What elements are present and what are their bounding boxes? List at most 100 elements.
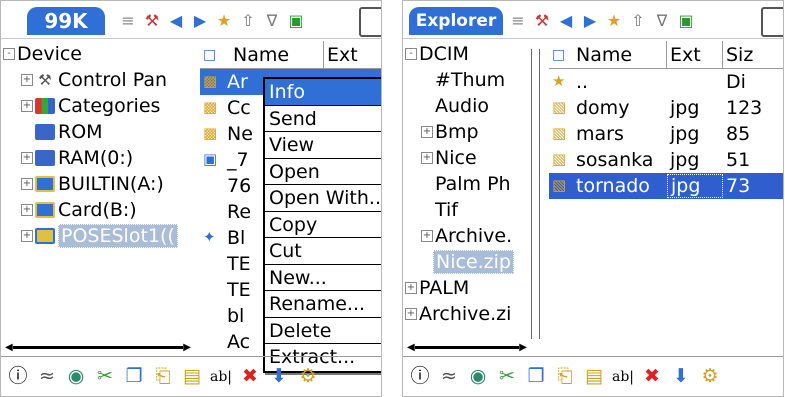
menu-item-new[interactable]: New... [265,265,381,291]
filter-icon[interactable]: ∇ [651,10,673,32]
view-icon[interactable]: ◉ [63,364,89,390]
paste-icon[interactable]: ⎗ [150,364,176,390]
tree-row-selected[interactable]: + POSESlot1(( [1,223,197,249]
tool-icon[interactable]: ⚒ [141,10,163,32]
rename-icon[interactable]: ab| [208,364,234,390]
beam-icon[interactable]: ≈ [436,364,462,390]
expand-icon[interactable]: + [405,282,417,294]
back-icon[interactable]: ◀ [555,10,577,32]
app-title[interactable]: Explorer [409,7,503,35]
menu-item-delete[interactable]: Delete [265,318,381,344]
expand-icon[interactable]: + [21,100,33,112]
expand-icon[interactable]: + [405,308,417,320]
cut-icon[interactable]: ✂ [92,364,118,390]
up-icon[interactable]: ⇧ [237,10,259,32]
list-item[interactable]: ▧ mars jpg 85 [549,121,783,147]
tree-row[interactable]: + RAM(0:) [1,145,197,171]
paste-icon[interactable]: ⎗ [552,364,578,390]
copy-icon[interactable]: ❐ [121,364,147,390]
more-icon[interactable]: ⚙ [295,364,321,390]
expand-icon[interactable]: + [21,178,33,190]
menu-item-rename[interactable]: Rename... [265,291,381,318]
tree-row[interactable]: + Nice [403,145,543,171]
tree-row[interactable]: - DCIM [403,41,543,67]
app-title[interactable]: 99K [27,7,105,35]
sort-icon[interactable]: ≡ [117,10,139,32]
sort-icon[interactable]: ≡ [507,10,529,32]
menu-item-open[interactable]: Open [265,159,381,185]
expand-icon[interactable]: + [421,126,433,138]
menu-item-open-with[interactable]: Open With... [265,185,381,212]
info-icon[interactable]: ⓘ [5,364,31,390]
up-icon[interactable]: ⇧ [627,10,649,32]
tree-row[interactable]: + Archive.zi [403,301,543,327]
tree-row[interactable]: + Bmp [403,119,543,145]
favorites-icon[interactable]: ★ [213,10,235,32]
beam-icon[interactable]: ≈ [34,364,60,390]
delete-icon[interactable]: ✖ [639,364,665,390]
tree-hscroll[interactable]: ◀ ▶ [5,341,191,353]
menu-item-view[interactable]: View [265,132,381,159]
forward-icon[interactable]: ▶ [579,10,601,32]
tree-row[interactable]: Audio [403,93,543,119]
card-icon[interactable]: ▣ [675,10,697,32]
column-header-name[interactable]: Name [573,41,667,69]
column-header-name[interactable]: Name [230,41,324,69]
tree-row[interactable]: + Card(B:) [1,197,197,223]
back-icon[interactable]: ◀ [165,10,187,32]
tree-row[interactable]: - Device [1,41,197,67]
menu-item-send[interactable]: Send [265,106,381,132]
extract-icon[interactable]: ⬇ [266,364,292,390]
tool-icon[interactable]: ⚒ [531,10,553,32]
tree-vscroll[interactable] [531,49,540,339]
search-box[interactable] [761,7,783,37]
rename-icon[interactable]: ab| [610,364,636,390]
list-item[interactable]: ▧ sosanka jpg 51 [549,147,783,173]
expand-icon[interactable]: + [421,152,433,164]
list-item[interactable]: ★ .. Di [549,69,783,95]
column-header-ext[interactable]: Ext [324,41,381,69]
newfolder-icon[interactable]: ▤ [179,364,205,390]
list-item[interactable]: ▧ domy jpg 123 [549,95,783,121]
expand-icon[interactable]: + [421,230,433,242]
file-name: tornado [576,175,650,197]
menu-item-info[interactable]: Info [265,79,381,106]
tree-row[interactable]: #Thum [403,67,543,93]
tree-row[interactable]: + ⚒ Control Pan [1,67,197,93]
tree-hscroll[interactable]: ◀ ▶ [407,341,527,353]
expand-icon[interactable]: + [21,74,33,86]
view-icon[interactable]: ◉ [465,364,491,390]
extract-icon[interactable]: ⬇ [668,364,694,390]
tree-row[interactable]: + PALM [403,275,543,301]
type-column-icon[interactable]: □ [200,41,230,69]
search-box[interactable] [359,7,381,37]
more-icon[interactable]: ⚙ [697,364,723,390]
tree-row[interactable]: + Categories [1,93,197,119]
list-item-selected[interactable]: ▧ tornado jpg 73 [549,173,783,199]
tree-row[interactable]: Palm Ph [403,171,543,197]
copy-icon[interactable]: ❐ [523,364,549,390]
tree-row[interactable]: + Archive. [403,223,543,249]
type-column-icon[interactable]: □ [549,41,573,69]
collapse-icon[interactable]: - [405,48,417,60]
tree-row[interactable]: Tif [403,197,543,223]
cut-icon[interactable]: ✂ [494,364,520,390]
info-icon[interactable]: ⓘ [407,364,433,390]
favorites-icon[interactable]: ★ [603,10,625,32]
forward-icon[interactable]: ▶ [189,10,211,32]
tree-row[interactable]: + BUILTIN(A:) [1,171,197,197]
collapse-icon[interactable]: - [3,48,15,60]
tree-row-selected[interactable]: Nice.zip [403,249,543,275]
tree-row[interactable]: ROM [1,119,197,145]
newfolder-icon[interactable]: ▤ [581,364,607,390]
delete-icon[interactable]: ✖ [237,364,263,390]
column-header-size[interactable]: Siz [723,41,783,69]
filter-icon[interactable]: ∇ [261,10,283,32]
expand-icon[interactable]: + [21,230,33,242]
card-icon[interactable]: ▣ [285,10,307,32]
expand-icon[interactable]: + [21,204,33,216]
column-header-ext[interactable]: Ext [667,41,723,69]
expand-icon[interactable]: + [21,152,33,164]
menu-item-copy[interactable]: Copy [265,212,381,238]
menu-item-cut[interactable]: Cut [265,238,381,265]
